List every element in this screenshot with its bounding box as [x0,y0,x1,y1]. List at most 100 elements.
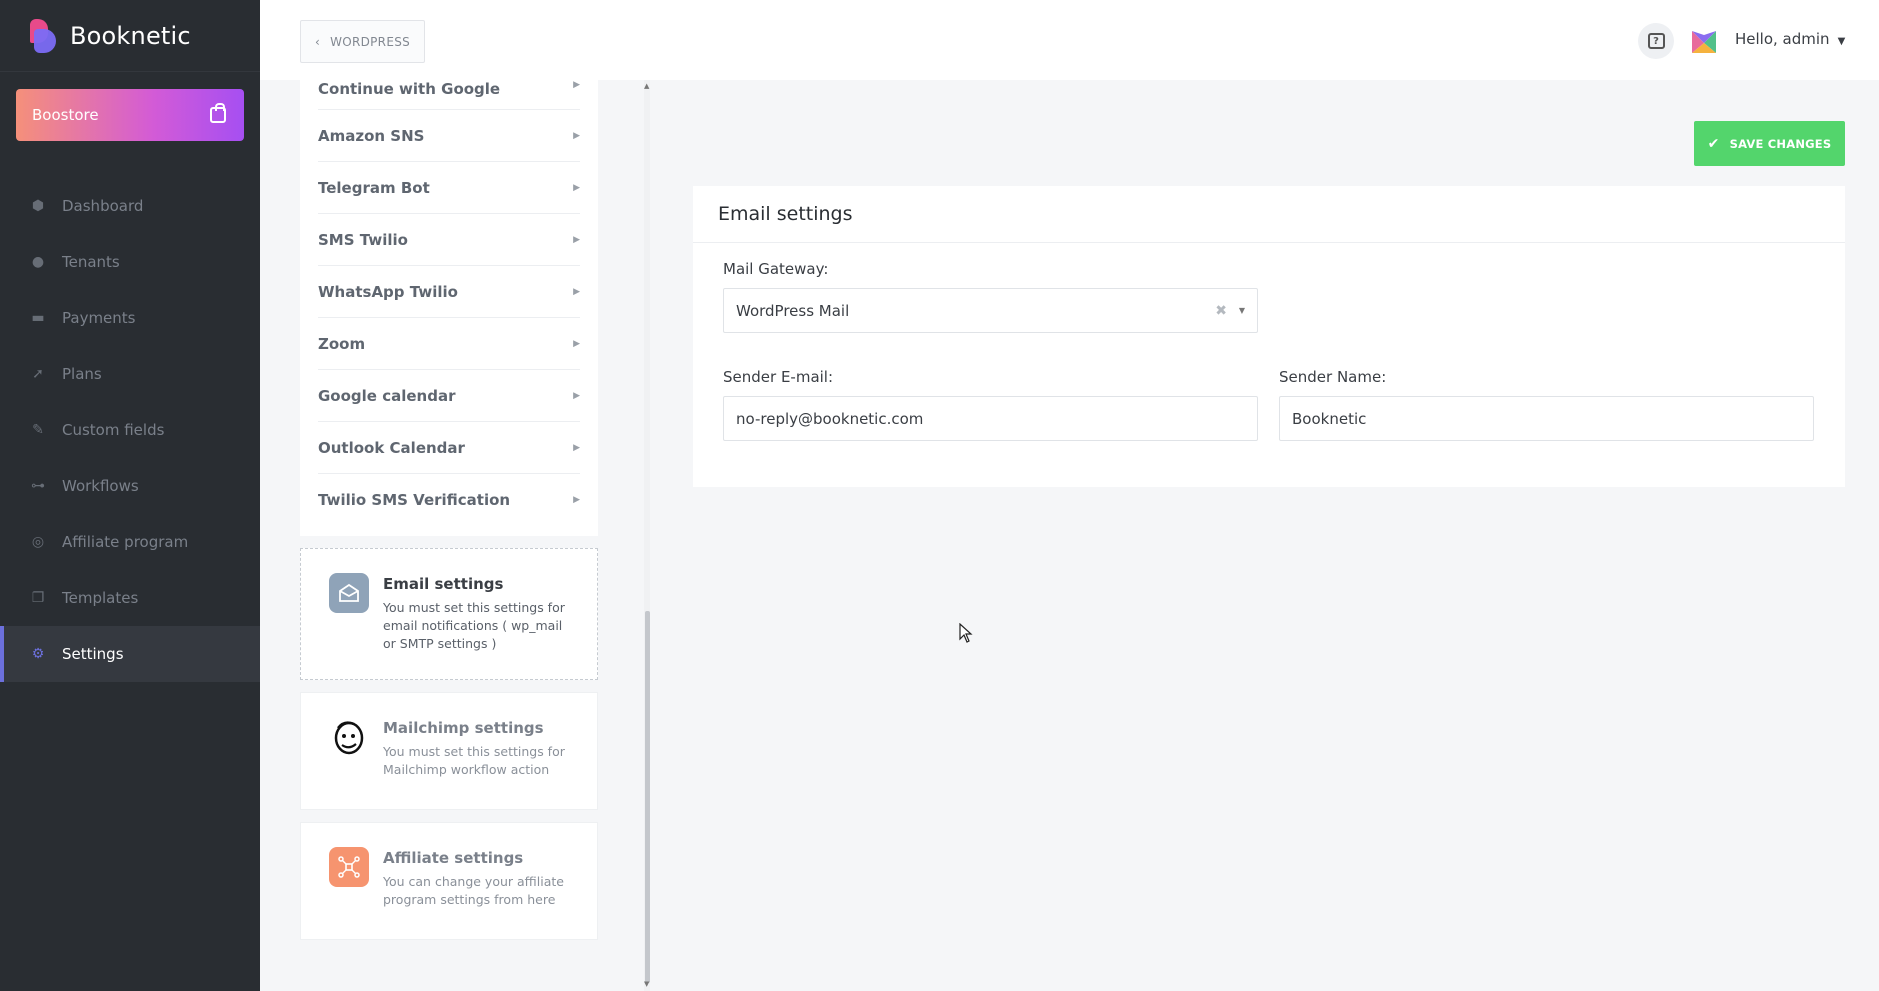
clear-icon[interactable]: ✖ [1215,303,1227,319]
mail-gateway-value: WordPress Mail [736,301,850,320]
sender-name-field[interactable]: Booknetic [1279,396,1814,441]
caret-right-icon: ▶ [573,80,580,90]
settings-item-zoom[interactable]: Zoom ▶ [318,318,580,370]
caret-right-icon: ▶ [573,338,580,349]
mailchimp-settings-card[interactable]: Mailchimp settings You must set this set… [300,692,598,810]
back-label: WORDPRESS [330,34,411,49]
magic-wand-icon: ✎ [32,422,44,438]
sidebar-item-workflows[interactable]: ⊶ Workflows [0,458,260,514]
settings-item-outlook-calendar[interactable]: Outlook Calendar ▶ [318,422,580,474]
settings-item-label: Outlook Calendar [318,438,465,457]
user-icon: ● [31,254,45,270]
avatar[interactable] [1690,27,1718,55]
sender-email-value: no-reply@booknetic.com [736,409,924,428]
card-title: Mailchimp settings [383,719,544,737]
email-settings-card[interactable]: Email settings You must set this setting… [300,548,598,680]
sender-name-label: Sender Name: [1279,368,1387,386]
credit-card-icon: ▬ [31,310,45,326]
card-description: You can change your affiliate program se… [383,874,564,907]
boostore-button[interactable]: Boostore [16,89,244,141]
settings-item-telegram-bot[interactable]: Telegram Bot ▶ [318,162,580,214]
top-header: ‹ WORDPRESS ? Hello, admin ▼ [260,0,1879,80]
sidebar-item-settings[interactable]: ⚙ Settings [0,626,260,682]
sidebar-item-label: Dashboard [62,197,144,215]
caret-right-icon: ▶ [573,442,580,453]
settings-item-label: Continue with Google [318,80,501,98]
mail-gateway-label: Mail Gateway: [723,260,829,278]
caret-right-icon: ▶ [573,182,580,193]
user-menu[interactable]: Hello, admin ▼ [1735,30,1845,48]
settings-item-continue-with-google[interactable]: Continue with Google ▶ [318,80,580,110]
mail-gateway-select[interactable]: WordPress Mail ✖ ▼ [723,288,1258,333]
boostore-label: Boostore [32,106,99,124]
card-title: Email settings [383,575,504,593]
panel-title: Email settings [693,186,1845,243]
sender-email-label: Sender E-mail: [723,368,834,386]
brand-name: Booknetic [70,21,191,50]
booknetic-logo-icon [30,18,56,53]
email-settings-panel: Email settings Mail Gateway: WordPress M… [693,186,1845,487]
settings-item-label: Twilio SMS Verification [318,491,511,509]
card-description: You must set this settings for email not… [383,600,565,651]
shopping-bag-icon [210,103,226,123]
settings-item-twilio-sms-verification[interactable]: Twilio SMS Verification ▶ [318,474,580,526]
scrollbar-thumb[interactable] [645,611,650,983]
settings-item-google-calendar[interactable]: Google calendar ▶ [318,370,580,422]
settings-list: Continue with Google ▶ Amazon SNS ▶ Telegr… [300,80,598,536]
sidebar-item-templates[interactable]: ❐ Templates [0,570,260,626]
sidebar-item-label: Payments [62,309,136,327]
cube-icon: ⬢ [31,198,45,214]
check-icon: ✔ [1707,135,1720,152]
chevron-left-icon: ‹ [314,34,321,49]
scroll-up-icon[interactable]: ▲ [644,82,649,90]
sidebar-item-label: Affiliate program [62,533,189,551]
sidebar-item-label: Plans [62,365,102,383]
settings-item-whatsapp-twilio[interactable]: WhatsApp Twilio ▶ [318,266,580,318]
card-title: Affiliate settings [383,849,524,867]
sidebar-item-label: Settings [62,645,124,663]
back-to-wordpress-button[interactable]: ‹ WORDPRESS [300,20,425,63]
sidebar-item-label: Custom fields [62,421,165,439]
chevron-down-icon: ▼ [1837,36,1846,47]
settings-item-label: Amazon SNS [318,126,425,145]
caret-right-icon: ▶ [573,286,580,297]
affiliate-settings-card[interactable]: Affiliate settings You can change your a… [300,822,598,940]
scroll-down-icon[interactable]: ▼ [644,980,649,988]
card-description: You must set this settings for Mailchimp… [383,744,565,777]
network-icon [329,847,369,887]
workflow-icon: ⊶ [31,478,45,494]
rocket-icon: ➚ [32,366,44,382]
sidebar-item-affiliate-program[interactable]: ◎ Affiliate program [0,514,260,570]
mouse-cursor-icon [959,623,973,643]
gear-icon: ⚙ [31,646,45,662]
brand[interactable]: Booknetic [0,0,260,72]
sender-name-value: Booknetic [1292,409,1367,428]
save-label: SAVE CHANGES [1729,136,1832,151]
settings-item-label: WhatsApp Twilio [318,282,458,301]
save-changes-button[interactable]: ✔ SAVE CHANGES [1694,121,1845,166]
caret-right-icon: ▶ [573,130,580,141]
settings-item-label: Zoom [318,334,366,353]
copy-icon: ❐ [31,590,45,606]
caret-right-icon: ▶ [573,234,580,245]
help-button[interactable]: ? [1638,23,1674,59]
sidebar-item-label: Templates [62,589,139,607]
settings-item-label: Telegram Bot [318,178,430,197]
sidebar-item-dashboard[interactable]: ⬢ Dashboard [0,178,260,234]
sidebar-item-label: Workflows [62,477,139,495]
settings-item-sms-twilio[interactable]: SMS Twilio ▶ [318,214,580,266]
caret-right-icon: ▶ [573,390,580,401]
sidebar-item-plans[interactable]: ➚ Plans [0,346,260,402]
sidebar-item-label: Tenants [62,253,120,271]
question-icon: ? [1647,33,1665,49]
caret-down-icon[interactable]: ▼ [1239,306,1245,315]
sidebar-item-custom-fields[interactable]: ✎ Custom fields [0,402,260,458]
sidebar-item-payments[interactable]: ▬ Payments [0,290,260,346]
settings-item-label: Google calendar [318,386,456,405]
target-icon: ◎ [31,534,45,550]
settings-item-label: SMS Twilio [318,230,408,249]
sender-email-field[interactable]: no-reply@booknetic.com [723,396,1258,441]
sidebar-item-tenants[interactable]: ● Tenants [0,234,260,290]
envelope-icon [329,573,369,613]
settings-item-amazon-sns[interactable]: Amazon SNS ▶ [318,110,580,162]
